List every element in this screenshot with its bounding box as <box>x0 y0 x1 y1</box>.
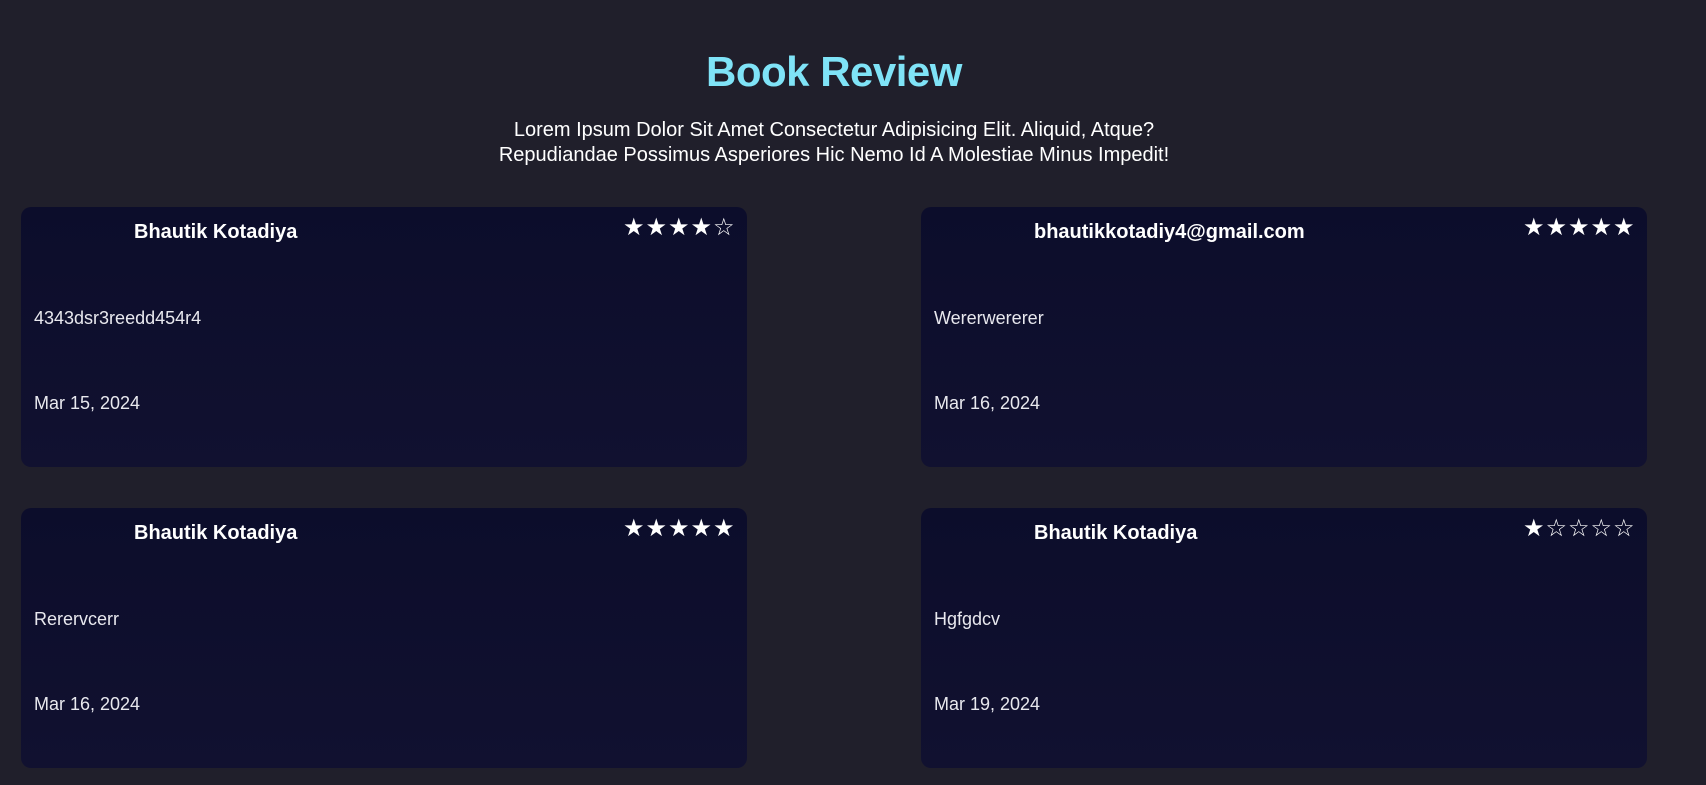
star-rating: ★ ☆ ☆ ☆ ☆ <box>1522 515 1636 542</box>
star-filled-icon: ★ <box>1567 214 1590 241</box>
star-filled-icon: ★ <box>622 214 645 241</box>
page-subtitle: Lorem Ipsum Dolor Sit Amet Consectetur A… <box>0 118 1668 168</box>
review-card: Bhautik Kotadiya ★ ★ ★ ★ ★ Rerervcerr Mar 16… <box>21 508 747 768</box>
review-card: Bhautik Kotadiya ★ ☆ ☆ ☆ ☆ Hgfgdcv Mar 19, 2… <box>921 508 1647 768</box>
review-card: Bhautik Kotadiya ★ ★ ★ ★ ☆ 4343dsr3reedd454r… <box>21 207 747 467</box>
star-empty-icon: ☆ <box>1612 515 1635 542</box>
review-date: Mar 19, 2024 <box>934 694 1041 714</box>
review-comment: Wererwererer <box>934 308 1044 328</box>
star-filled-icon: ★ <box>645 515 667 542</box>
star-empty-icon: ☆ <box>712 214 735 241</box>
star-filled-icon: ★ <box>1522 214 1545 241</box>
star-empty-icon: ☆ <box>1567 515 1590 542</box>
star-filled-icon: ★ <box>667 214 690 241</box>
star-filled-icon: ★ <box>1522 515 1545 542</box>
star-filled-icon: ★ <box>645 214 667 241</box>
star-rating: ★ ★ ★ ★ ☆ <box>622 214 736 241</box>
star-filled-icon: ★ <box>1612 214 1635 241</box>
star-filled-icon: ★ <box>690 515 712 542</box>
subtitle-line-1: Lorem Ipsum Dolor Sit Amet Consectetur A… <box>513 119 1155 141</box>
reviewer-name: bhautikkotadiy4@gmail.com <box>1034 221 1305 243</box>
review-comment: 4343dsr3reedd454r4 <box>34 308 202 328</box>
star-rating: ★ ★ ★ ★ ★ <box>1522 214 1636 241</box>
review-card: bhautikkotadiy4@gmail.com ★ ★ ★ ★ ★ Wererwer… <box>921 207 1647 467</box>
review-comment: Rerervcerr <box>34 609 120 629</box>
star-filled-icon: ★ <box>690 214 712 241</box>
review-comment: Hgfgdcv <box>934 609 1001 629</box>
subtitle-line-2: Repudiandae Possimus Asperiores Hic Nemo… <box>498 144 1170 166</box>
star-filled-icon: ★ <box>1545 214 1567 241</box>
star-filled-icon: ★ <box>622 515 645 542</box>
star-filled-icon: ★ <box>1590 214 1612 241</box>
star-empty-icon: ☆ <box>1545 515 1567 542</box>
reviewer-name: Bhautik Kotadiya <box>134 522 298 544</box>
star-rating: ★ ★ ★ ★ ★ <box>622 515 736 542</box>
review-date: Mar 16, 2024 <box>34 694 141 714</box>
reviewer-name: Bhautik Kotadiya <box>1034 522 1198 544</box>
star-empty-icon: ☆ <box>1590 515 1612 542</box>
reviewer-name: Bhautik Kotadiya <box>134 221 298 243</box>
review-date: Mar 16, 2024 <box>934 393 1041 413</box>
star-filled-icon: ★ <box>712 515 735 542</box>
page-title: Book Review <box>706 48 962 95</box>
review-date: Mar 15, 2024 <box>34 393 141 413</box>
star-filled-icon: ★ <box>667 515 690 542</box>
